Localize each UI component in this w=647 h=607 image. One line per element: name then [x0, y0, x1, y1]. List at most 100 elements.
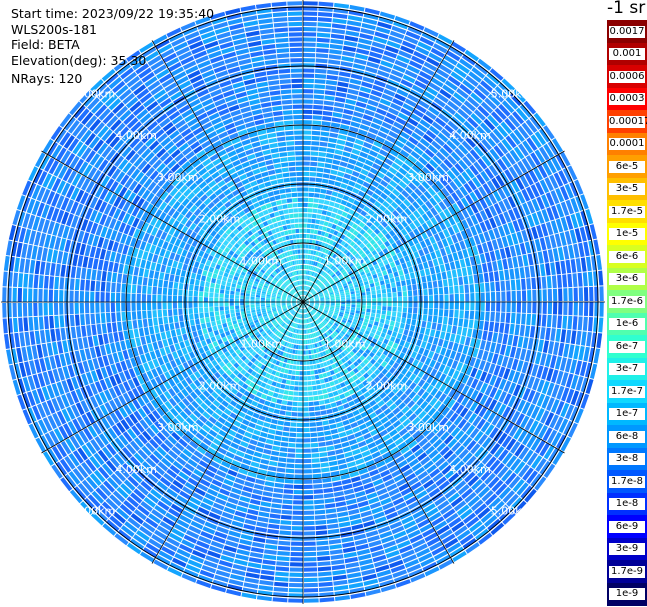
range-gate-cell [336, 139, 346, 146]
range-gate-cell [350, 307, 356, 311]
range-gate-cell [247, 444, 257, 451]
range-gate-cell [465, 293, 470, 302]
range-gate-cell [398, 327, 404, 334]
range-gate-cell [286, 406, 292, 411]
range-gate-cell [316, 42, 330, 48]
range-gate-cell [284, 484, 294, 489]
range-gate-cell [423, 302, 428, 309]
range-gate-cell [313, 364, 318, 370]
range-gate-cell [258, 398, 266, 405]
range-gate-cell [437, 316, 443, 324]
range-gate-cell [394, 337, 401, 345]
range-gate-cell [352, 426, 361, 433]
range-gate-cell [308, 197, 314, 203]
range-gate-cell [348, 158, 357, 165]
range-gate-cell [317, 566, 332, 572]
range-gate-cell [423, 295, 428, 302]
range-gate-cell [261, 496, 272, 503]
range-gate-cell [323, 393, 329, 399]
range-gate-cell [337, 81, 349, 88]
range-gate-cell [313, 89, 325, 95]
range-gate-cell [408, 302, 413, 308]
range-gate-cell [262, 405, 269, 411]
range-gate-cell [546, 275, 552, 289]
range-gate-cell [311, 135, 320, 141]
range-gate-cell [317, 162, 325, 168]
range-gate-cell [433, 287, 439, 295]
range-gate-cell [284, 368, 289, 374]
range-gate-cell [431, 273, 437, 282]
range-gate-cell [252, 412, 260, 419]
range-gate-cell [303, 109, 313, 115]
range-gate-cell [333, 584, 349, 591]
range-gate-cell [281, 436, 289, 442]
range-gate-cell [303, 510, 315, 515]
range-gate-cell [519, 324, 525, 337]
range-gate-cell [547, 341, 555, 355]
range-gate-cell [347, 15, 363, 22]
range-gate-cell [303, 228, 307, 233]
range-gate-cell [375, 285, 381, 291]
range-gate-cell [387, 297, 392, 302]
range-gate-cell [274, 387, 280, 393]
range-gate-cell [319, 141, 328, 147]
range-gate-cell [391, 316, 396, 322]
range-gate-cell [542, 340, 550, 354]
range-gate-cell [248, 557, 263, 564]
range-gate-cell [306, 223, 311, 228]
range-gate-cell [308, 396, 314, 401]
range-gate-cell [411, 278, 417, 285]
range-gate-cell [250, 546, 264, 554]
range-gate-cell [346, 461, 356, 468]
range-gate-cell [248, 422, 256, 429]
range-gate-cell [336, 171, 345, 177]
range-gate-cell [446, 270, 452, 279]
range-gate-cell [567, 315, 573, 330]
range-gate-cell [330, 169, 338, 176]
range-gate-cell [328, 201, 335, 207]
range-gate-cell [399, 275, 405, 281]
range-gate-cell [265, 438, 274, 445]
range-gate-cell [585, 256, 592, 272]
range-gate-cell [303, 515, 315, 521]
range-gate-cell [334, 395, 341, 402]
range-gate-cell [303, 546, 317, 552]
range-gate-cell [495, 312, 501, 323]
range-gate-cell [303, 197, 309, 202]
range-gate-cell [330, 196, 337, 202]
range-gate-cell [263, 448, 272, 455]
range-gate-cell [311, 245, 315, 250]
range-gate-cell [303, 433, 311, 438]
range-gate-cell [330, 554, 344, 560]
range-gate-cell [297, 355, 301, 360]
range-gate-cell [412, 284, 417, 291]
range-gate-cell [351, 296, 356, 300]
range-gate-cell [479, 340, 486, 350]
range-gate-cell [303, 99, 313, 104]
range-gate-cell [464, 336, 471, 346]
range-gate-cell [427, 281, 433, 289]
range-gate-cell [568, 287, 573, 302]
range-gate-cell [274, 435, 282, 441]
range-gate-cell [278, 388, 285, 394]
range-gate-cell [247, 562, 262, 569]
range-gate-cell [349, 153, 359, 160]
range-gate-cell [286, 463, 295, 469]
range-gate-cell [289, 577, 303, 583]
range-gate-cell [304, 270, 307, 275]
range-gate-cell [255, 478, 265, 485]
range-gate-cell [371, 290, 376, 295]
range-gate-cell [418, 249, 425, 257]
range-gate-cell [337, 405, 345, 411]
range-gate-cell [377, 293, 382, 298]
range-gate-cell [140, 336, 147, 346]
range-gate-cell [463, 318, 469, 328]
range-gate-cell [545, 263, 551, 276]
range-gate-cell [303, 223, 307, 228]
range-gate-cell [303, 47, 316, 53]
range-gate-cell [288, 582, 303, 588]
range-gate-cell [269, 455, 279, 462]
range-gate-cell [303, 520, 315, 526]
range-gate-cell [216, 319, 222, 325]
range-gate-cell [315, 379, 321, 385]
